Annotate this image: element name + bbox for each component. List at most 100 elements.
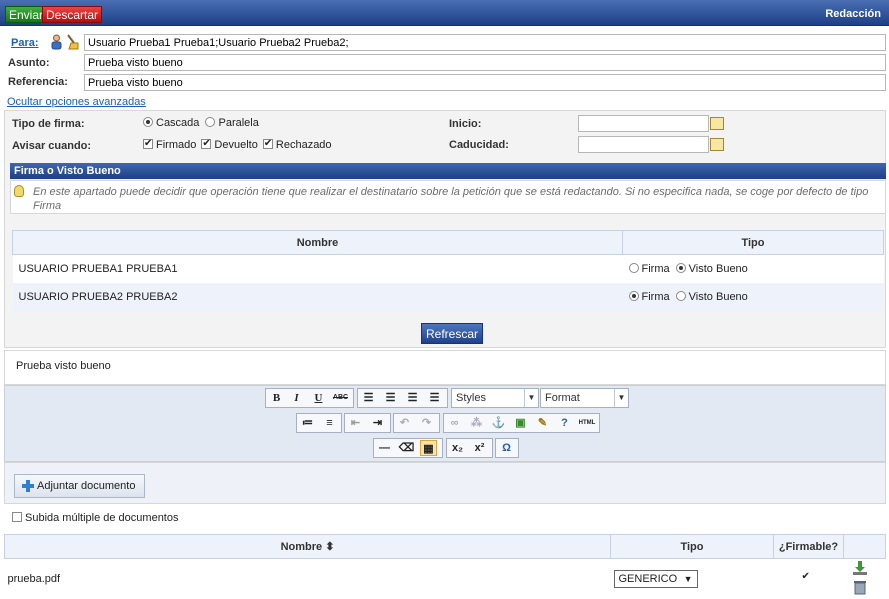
table-row: USUARIO PRUEBA2 PRUEBA2 Firma Visto Buen… <box>13 283 884 311</box>
signable-checkbox[interactable] <box>802 573 812 583</box>
numbered-list-icon[interactable]: ≡ <box>321 415 338 431</box>
refresh-button[interactable]: Refrescar <box>421 323 483 344</box>
lightbulb-icon <box>14 185 24 197</box>
chevron-down-icon[interactable]: ▼ <box>684 571 693 587</box>
column-header-name[interactable]: Nombre <box>13 231 623 255</box>
redo-icon[interactable]: ↷ <box>418 415 435 431</box>
italic-icon[interactable]: I <box>288 390 305 406</box>
indent-icon[interactable]: ⇥ <box>369 415 386 431</box>
rejected-label: Rechazado <box>276 139 332 151</box>
bullet-list-icon[interactable]: ≔ <box>299 415 316 431</box>
page-title: Redacción <box>825 8 881 20</box>
signature-type-label: Tipo de firma: <box>12 118 85 130</box>
insert-group: ∞ ⁂ ⚓ ▣ ✎ ? HTML <box>443 413 600 433</box>
signature-type-options: Cascada Paralela <box>143 117 259 129</box>
undo-icon[interactable]: ↶ <box>396 415 413 431</box>
outdent-icon[interactable]: ⇤ <box>347 415 364 431</box>
address-book-icon[interactable] <box>50 34 63 50</box>
expiry-label: Caducidad: <box>449 139 509 151</box>
format-select-label: Format <box>545 392 580 404</box>
column-header-name[interactable]: Nombre ⬍ <box>5 535 611 559</box>
approval-info-text: En este apartado puede decidir que opera… <box>10 180 886 214</box>
unlink-icon[interactable]: ⁂ <box>468 415 485 431</box>
help-icon[interactable]: ? <box>556 415 573 431</box>
column-header-type[interactable]: Tipo <box>611 535 774 559</box>
special-char-group: Ω <box>495 438 519 458</box>
message-editor[interactable]: Prueba visto bueno <box>4 350 886 385</box>
advanced-options-panel <box>4 110 886 348</box>
subscript-icon[interactable]: x₂ <box>449 440 466 456</box>
sign-option-label: Firma <box>642 291 670 303</box>
signed-label: Firmado <box>156 139 196 151</box>
to-link[interactable]: Para: <box>11 37 39 49</box>
signed-checkbox[interactable] <box>143 139 153 149</box>
cleanup-icon[interactable]: ✎ <box>534 415 551 431</box>
bold-icon[interactable]: B <box>268 390 285 406</box>
start-label: Inicio: <box>449 118 481 130</box>
document-type-select[interactable]: GENERICO ▼ <box>614 570 698 588</box>
parallel-label: Paralela <box>218 117 258 129</box>
table-row: prueba.pdf GENERICO ▼ <box>5 559 886 599</box>
align-right-icon[interactable]: ☰ <box>404 390 421 406</box>
cascade-label: Cascada <box>156 117 199 129</box>
align-center-icon[interactable]: ☰ <box>382 390 399 406</box>
multi-upload-option: Subida múltiple de documentos <box>12 512 178 524</box>
multi-upload-checkbox[interactable] <box>12 512 22 522</box>
recipient-name: USUARIO PRUEBA1 PRUEBA1 <box>13 255 623 283</box>
misc-group: — ⌫ ▦ <box>373 438 443 458</box>
broom-icon[interactable] <box>66 34 79 50</box>
document-type-value: GENERICO <box>619 573 678 585</box>
column-header-type[interactable]: Tipo <box>623 231 884 255</box>
html-source-icon[interactable]: HTML <box>576 415 598 431</box>
horizontal-rule-icon[interactable]: — <box>376 440 393 456</box>
returned-checkbox[interactable] <box>201 139 211 149</box>
script-group: x₂ x² <box>446 438 493 458</box>
send-button[interactable]: Enviar <box>5 6 47 23</box>
column-header-signable[interactable]: ¿Firmable? <box>774 535 844 559</box>
top-toolbar <box>0 0 889 26</box>
toggle-advanced-options-link[interactable]: Ocultar opciones avanzadas <box>7 96 146 108</box>
approval-radio[interactable] <box>676 263 686 273</box>
discard-button[interactable]: Descartar <box>42 6 102 23</box>
eraser-icon[interactable]: ⌫ <box>398 440 415 456</box>
table-icon[interactable]: ▦ <box>420 440 437 456</box>
reference-label: Referencia: <box>8 76 68 88</box>
chevron-down-icon[interactable]: ▼ <box>614 389 628 407</box>
image-icon[interactable]: ▣ <box>512 415 529 431</box>
list-group: ≔ ≡ <box>296 413 342 433</box>
special-character-icon[interactable]: Ω <box>498 440 515 456</box>
reference-field[interactable]: Prueba visto bueno <box>84 74 886 91</box>
format-select[interactable]: Format ▼ <box>540 388 629 408</box>
to-field[interactable]: Usuario Prueba1 Prueba1;Usuario Prueba2 … <box>84 34 886 51</box>
documents-table: Nombre ⬍ Tipo ¿Firmable? prueba.pdf GENE… <box>4 534 886 599</box>
calendar-icon[interactable] <box>710 117 724 130</box>
styles-select[interactable]: Styles ▼ <box>451 388 539 408</box>
parallel-radio[interactable] <box>205 117 215 127</box>
download-icon[interactable] <box>852 560 868 579</box>
start-date-field[interactable] <box>578 115 709 132</box>
sign-radio[interactable] <box>629 263 639 273</box>
approval-radio[interactable] <box>676 291 686 301</box>
rejected-checkbox[interactable] <box>263 139 273 149</box>
underline-icon[interactable]: U <box>310 390 327 406</box>
expiry-date-field[interactable] <box>578 136 709 153</box>
chevron-down-icon[interactable]: ▼ <box>524 389 538 407</box>
approval-table: Nombre Tipo USUARIO PRUEBA1 PRUEBA1 Firm… <box>12 230 884 311</box>
sign-radio[interactable] <box>629 291 639 301</box>
align-justify-icon[interactable]: ☰ <box>426 390 443 406</box>
superscript-icon[interactable]: x² <box>471 440 488 456</box>
link-icon[interactable]: ∞ <box>446 415 463 431</box>
text-style-group: B I U ABC <box>265 388 354 408</box>
table-row: USUARIO PRUEBA1 PRUEBA1 Firma Visto Buen… <box>13 255 884 283</box>
multi-upload-label: Subida múltiple de documentos <box>25 512 178 524</box>
recipient-name: USUARIO PRUEBA2 PRUEBA2 <box>13 283 623 311</box>
anchor-icon[interactable]: ⚓ <box>490 415 507 431</box>
cascade-radio[interactable] <box>143 117 153 127</box>
calendar-icon[interactable] <box>710 138 724 151</box>
indent-group: ⇤ ⇥ <box>344 413 391 433</box>
delete-icon[interactable] <box>852 579 868 598</box>
approval-section-header: Firma o Visto Bueno <box>10 163 886 179</box>
strikethrough-icon[interactable]: ABC <box>332 390 349 406</box>
align-left-icon[interactable]: ☰ <box>360 390 377 406</box>
subject-field[interactable]: Prueba visto bueno <box>84 54 886 71</box>
